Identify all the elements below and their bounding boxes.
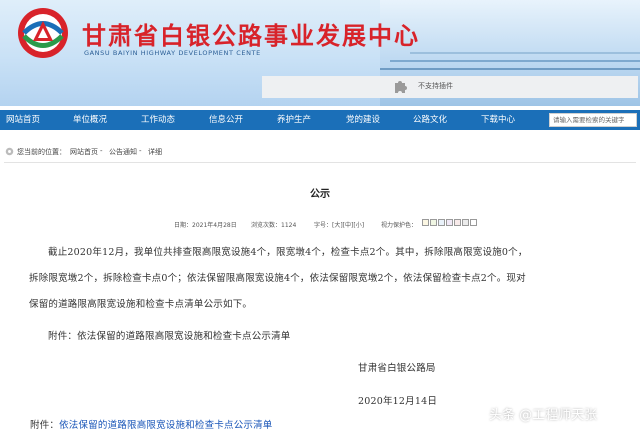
attachment-line: 附件：依法保留的道路限高限宽设施和检查卡点公示清单: [30, 417, 273, 431]
eye-color-swatch[interactable]: [470, 219, 477, 226]
nav-item-maintenance[interactable]: 养护生产: [277, 110, 311, 130]
search-input[interactable]: 请输入需要检索的关键字: [549, 113, 637, 127]
nav-item-culture[interactable]: 公路文化: [413, 110, 447, 130]
article-title: 公示: [310, 189, 330, 200]
main-nav: 网站首页 单位概况 工作动态 信息公开 养护生产 党的建设 公路文化 下载中心: [0, 110, 640, 130]
breadcrumb-current: 详细: [148, 148, 162, 156]
site-title: 甘肃省白银公路事业发展中心: [82, 21, 420, 50]
paragraph-line: 截止2020年12月，我单位共排查限高限宽设施4个，限宽墩4个，检查卡点2个。其…: [48, 247, 528, 258]
breadcrumb-separator: -: [100, 147, 103, 155]
attachment-prefix: 附件：: [30, 420, 60, 431]
paragraph-line: 保留的道路限高限宽设施和检查卡点清单公示如下。: [29, 299, 253, 310]
breadcrumb-section-link[interactable]: 公告通知: [109, 147, 137, 157]
attachment-note: 附件：依法保留的道路限高限宽设施和检查卡点公示清单: [48, 331, 291, 342]
eye-color-swatch[interactable]: [422, 219, 429, 226]
nav-item-home[interactable]: 网站首页: [6, 110, 40, 130]
attachment-link[interactable]: 依法保留的道路限高限宽设施和检查卡点公示清单: [59, 420, 272, 431]
nav-item-downloads[interactable]: 下载中心: [481, 110, 515, 130]
font-size-controls[interactable]: 字号：[大][中][小]: [314, 220, 364, 229]
breadcrumb-prefix: 您当前的位置：: [17, 148, 66, 156]
plugin-notice: 不支持插件: [418, 82, 453, 90]
site-subtitle: GANSU BAIYIN HIGHWAY DEVELOPMENT CENTE: [84, 49, 261, 57]
signature-date: 2020年12月14日: [358, 396, 438, 407]
eye-protect-label: 视力保护色：: [381, 222, 418, 229]
nav-item-party[interactable]: 党的建设: [346, 110, 380, 130]
puzzle-icon: [395, 81, 407, 93]
eye-color-swatch[interactable]: [462, 219, 469, 226]
eye-color-swatch[interactable]: [446, 219, 453, 226]
article-date: 日期：2021年4月28日: [174, 222, 237, 229]
eye-color-swatch[interactable]: [454, 219, 461, 226]
nav-item-overview[interactable]: 单位概况: [73, 110, 107, 130]
nav-item-news[interactable]: 工作动态: [141, 110, 175, 130]
eye-color-swatch[interactable]: [438, 219, 445, 226]
nav-item-disclosure[interactable]: 信息公开: [209, 110, 243, 130]
highway-logo-icon: [18, 8, 68, 58]
location-icon: [5, 147, 14, 156]
article-views: 浏览次数：1124: [251, 222, 297, 229]
breadcrumb-separator: -: [139, 147, 142, 155]
divider: [4, 162, 636, 163]
plugin-placeholder: 不支持插件: [262, 76, 638, 98]
breadcrumb: 您当前的位置： 网站首页 - 公告通知 - 详细: [0, 144, 640, 160]
site-banner: 甘肃省白银公路事业发展中心 GANSU BAIYIN HIGHWAY DEVEL…: [0, 0, 640, 106]
eye-color-swatch[interactable]: [430, 219, 437, 226]
paragraph-line: 拆除限宽墩2个，拆除检查卡点0个；依法保留限高限宽设施4个，依法保留限宽墩2个，…: [29, 273, 526, 284]
watermark: 头条 @工程师天张: [489, 408, 598, 423]
breadcrumb-home-link[interactable]: 网站首页: [70, 147, 98, 157]
signature-org: 甘肃省白银公路局: [358, 363, 436, 374]
